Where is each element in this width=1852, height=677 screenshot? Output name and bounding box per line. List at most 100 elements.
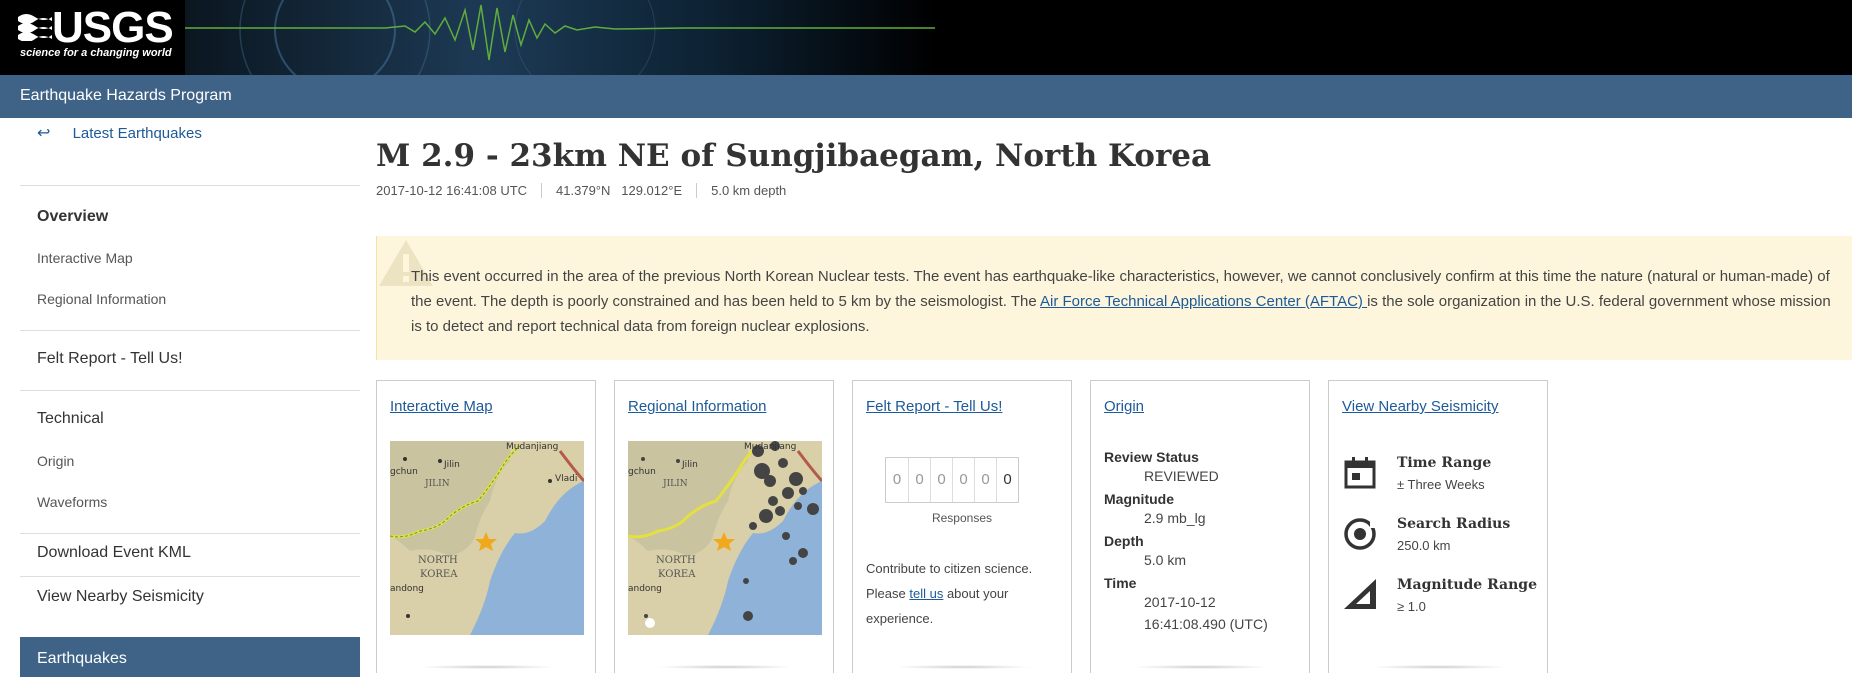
- review-status-label: Review Status: [1104, 449, 1199, 465]
- map-label-jilin-province: JILIN: [424, 479, 450, 489]
- regional-map-thumbnail[interactable]: Mudanjiang Jilin gchun JILIN NORTH KOREA…: [628, 441, 822, 635]
- usgs-logo[interactable]: USGS science for a changing world: [18, 3, 178, 63]
- counter-digit: 0: [974, 458, 996, 502]
- event-meta: 2017-10-12 16:41:08 UTC 41.379°N 129.012°…: [376, 183, 800, 198]
- map-graphic: Mudanjiang Jilin gchun JILIN Vladi NORTH…: [390, 441, 584, 635]
- contribute-please: Please: [866, 586, 910, 601]
- event-title: M 2.9 - 23km NE of Sungjibaegam, North K…: [376, 138, 1212, 174]
- card-shadow: [655, 665, 795, 669]
- map-label-korea: KOREA: [658, 569, 696, 580]
- event-time: 2017-10-12 16:41:08 UTC: [376, 183, 528, 198]
- search-radius-item: Search Radius 250.0 km: [1342, 516, 1522, 566]
- sidebar-divider: [20, 576, 360, 577]
- sidebar-divider: [20, 330, 360, 331]
- contribute-line: Contribute to citizen science.: [866, 561, 1033, 576]
- map-label-jilin: Jilin: [681, 460, 698, 470]
- card-felt-report-link[interactable]: Felt Report - Tell Us!: [866, 398, 1002, 415]
- card-view-nearby-link[interactable]: View Nearby Seismicity: [1342, 398, 1498, 415]
- search-radius-value: 250.0 km: [1397, 538, 1451, 553]
- card-shadow: [893, 665, 1033, 669]
- origin-details: Review Status REVIEWED Magnitude 2.9 mb_…: [1104, 445, 1268, 635]
- map-label-north: NORTH: [418, 555, 458, 566]
- logo-tagline: science for a changing world: [20, 47, 172, 59]
- depth-value: 5.0 km: [1144, 552, 1187, 568]
- back-arrow-icon: ↩: [37, 125, 51, 142]
- map-label-mudanjiang: Mudanjiang: [744, 442, 796, 452]
- card-view-nearby: View Nearby Seismicity Time Range ± Thre…: [1328, 380, 1548, 673]
- map-label-north: NORTH: [656, 555, 696, 566]
- logo-word: USGS: [52, 3, 174, 52]
- responses-label: Responses: [931, 511, 993, 525]
- sidebar-item-regional-information[interactable]: Regional Information: [20, 291, 360, 307]
- response-counter: 0 0 0 0 0 0: [885, 457, 1019, 503]
- regional-map-graphic: Mudanjiang Jilin gchun JILIN NORTH KOREA…: [628, 441, 822, 635]
- interactive-map-thumbnail[interactable]: Mudanjiang Jilin gchun JILIN Vladi NORTH…: [390, 441, 584, 635]
- program-title[interactable]: Earthquake Hazards Program: [20, 87, 232, 105]
- sidebar-item-overview[interactable]: Overview: [20, 208, 360, 226]
- sidebar-item-origin[interactable]: Origin: [20, 453, 360, 469]
- map-label-dandong: andong: [628, 584, 662, 594]
- top-banner: USGS science for a changing world: [0, 0, 1852, 75]
- card-interactive-map: Interactive Map Mudanjiang Jilin gchun J…: [376, 380, 596, 673]
- sidebar-item-felt-report[interactable]: Felt Report - Tell Us!: [20, 350, 360, 368]
- counter-digit: 0: [892, 471, 902, 488]
- seismogram-graphic: [185, 0, 935, 75]
- map-label-jilin-province: JILIN: [662, 479, 688, 489]
- event-lon: 129.012°E: [621, 183, 683, 198]
- magnitude-range-value: ≥ 1.0: [1397, 599, 1426, 614]
- magnitude-value: 2.9 mb_lg: [1144, 510, 1206, 526]
- sidebar-item-waveforms[interactable]: Waveforms: [20, 494, 360, 510]
- card-origin-link[interactable]: Origin: [1104, 398, 1144, 415]
- time-range-item: Time Range ± Three Weeks: [1342, 455, 1522, 505]
- tell-us-link[interactable]: tell us: [909, 586, 943, 601]
- review-status-value: REVIEWED: [1144, 468, 1219, 484]
- map-label-korea: KOREA: [420, 569, 458, 580]
- program-bar: Earthquake Hazards Program: [0, 75, 1852, 118]
- counter-digit: 0: [908, 458, 930, 502]
- time-range-label: Time Range: [1397, 455, 1492, 471]
- map-label-vladi: Vladi: [555, 474, 577, 484]
- sidebar-item-interactive-map[interactable]: Interactive Map: [20, 250, 360, 266]
- magnitude-range-label: Magnitude Range: [1397, 577, 1537, 593]
- back-link-label[interactable]: Latest Earthquakes: [73, 125, 202, 142]
- magnitude-label: Magnitude: [1104, 491, 1174, 507]
- counter-digit: 0: [952, 458, 974, 502]
- calendar-icon: [1344, 457, 1376, 489]
- radius-target-icon: [1344, 518, 1376, 550]
- usgs-wave-icon: [18, 14, 52, 41]
- seismogram-banner: [185, 0, 935, 75]
- map-label-jilin: Jilin: [443, 460, 460, 470]
- event-depth: 5.0 km depth: [696, 183, 800, 198]
- card-regional-information-link[interactable]: Regional Information: [628, 398, 766, 415]
- card-felt-report: Felt Report - Tell Us! 0 0 0 0 0 0 Respo…: [852, 380, 1072, 673]
- sidebar-item-view-nearby[interactable]: View Nearby Seismicity: [20, 588, 360, 606]
- time-date-value: 2017-10-12: [1144, 594, 1216, 610]
- time-label: Time: [1104, 575, 1137, 591]
- map-label-gchun: gchun: [628, 467, 656, 477]
- notice-box: This event occurred in the area of the p…: [376, 236, 1852, 360]
- card-origin: Origin Review Status REVIEWED Magnitude …: [1090, 380, 1310, 673]
- time-range-value: ± Three Weeks: [1397, 477, 1485, 492]
- map-label-gchun: gchun: [390, 467, 418, 477]
- contribute-text: Contribute to citizen science. Please te…: [866, 556, 1046, 631]
- sidebar-divider: [20, 533, 360, 534]
- depth-label: Depth: [1104, 533, 1144, 549]
- card-shadow: [417, 665, 557, 669]
- notice-text: This event occurred in the area of the p…: [411, 264, 1831, 339]
- sidebar-item-download-kml[interactable]: Download Event KML: [20, 544, 360, 562]
- map-label-mudanjiang: Mudanjiang: [506, 442, 558, 452]
- event-lat: 41.379°N: [556, 183, 611, 198]
- sidebar-item-technical[interactable]: Technical: [20, 410, 360, 428]
- sidebar-item-earthquakes[interactable]: Earthquakes: [20, 637, 360, 677]
- aftac-link[interactable]: Air Force Technical Applications Center …: [1040, 293, 1367, 310]
- sidebar-divider: [20, 185, 360, 186]
- counter-digit: 0: [996, 458, 1018, 502]
- back-link[interactable]: ↩ Latest Earthquakes: [20, 123, 360, 171]
- card-shadow: [1369, 665, 1509, 669]
- search-radius-label: Search Radius: [1397, 516, 1511, 532]
- card-interactive-map-link[interactable]: Interactive Map: [390, 398, 493, 415]
- card-regional-information: Regional Information Mudanjiang Jilin gc…: [614, 380, 834, 673]
- card-shadow: [1131, 665, 1271, 669]
- map-label-dandong: andong: [390, 584, 424, 594]
- time-clock-value: 16:41:08.490 (UTC): [1144, 616, 1268, 632]
